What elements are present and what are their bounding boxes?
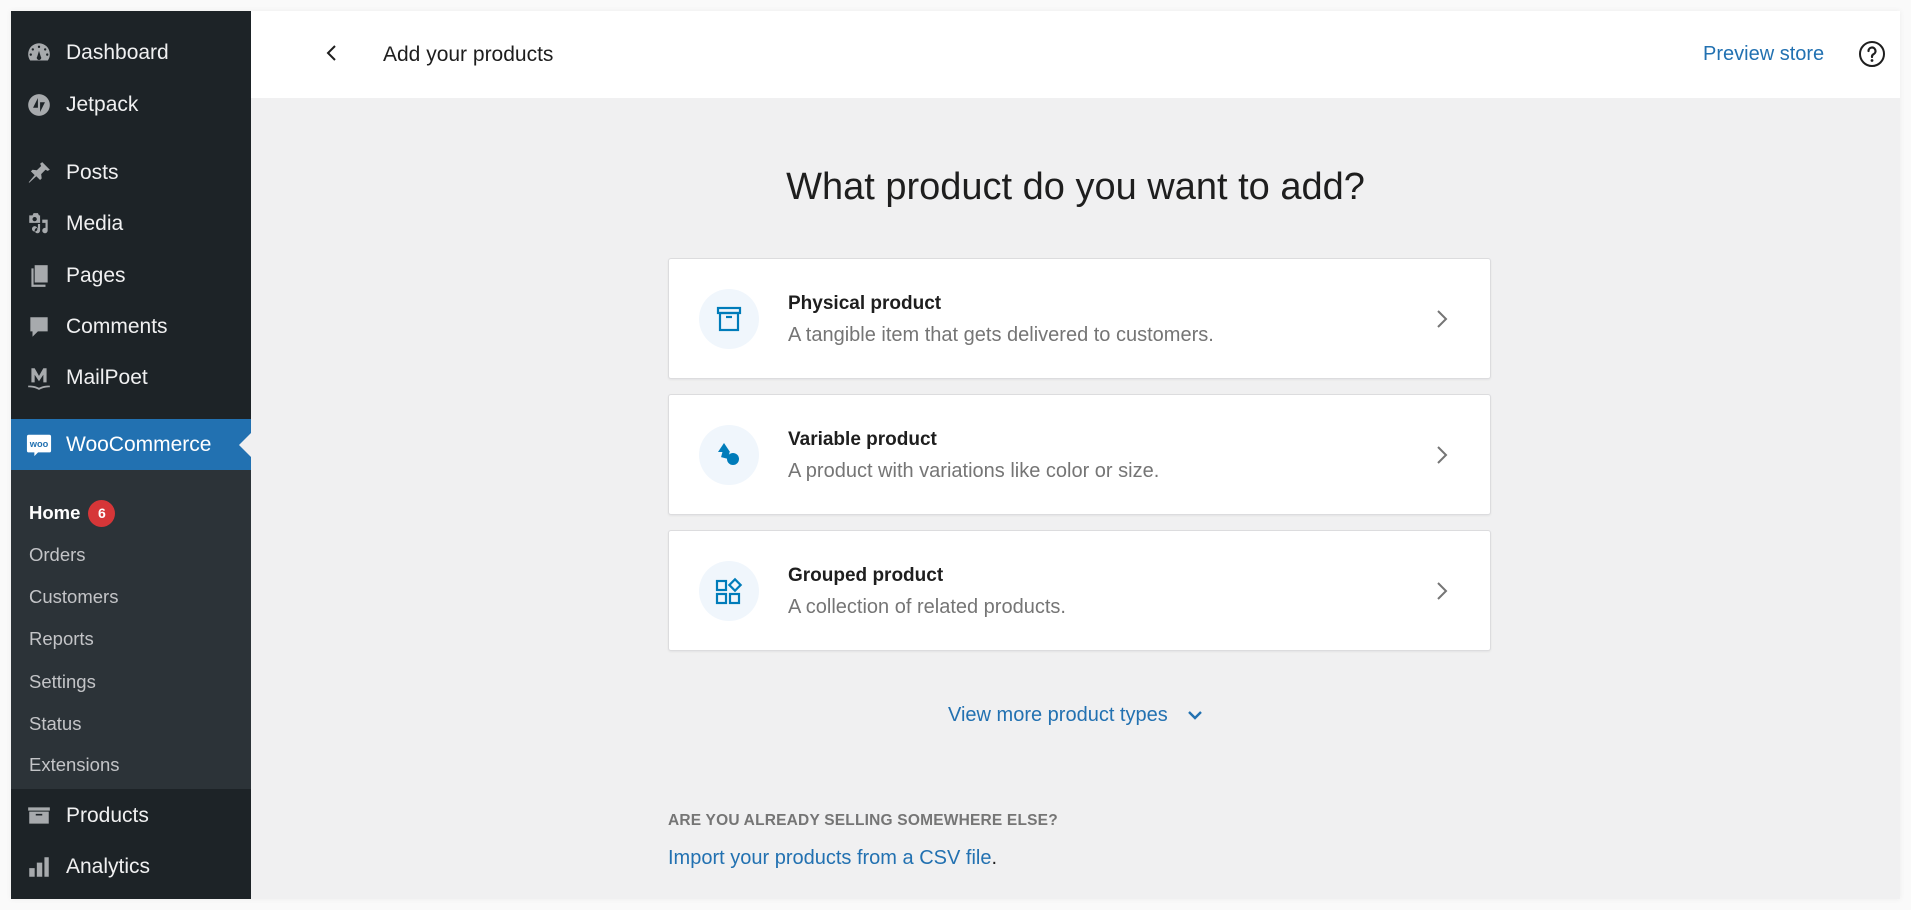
submenu-item-label: Reports [29, 628, 94, 649]
submenu-item-label: Extensions [29, 754, 120, 775]
notification-badge: 6 [88, 499, 116, 527]
sidebar-item-pages[interactable]: Pages [11, 253, 251, 299]
woocommerce-submenu: Home 6 Orders Customers Reports Settings… [11, 470, 251, 789]
admin-sidebar: Dashboard Jetpack Posts Media Pages Comm… [11, 11, 251, 899]
submenu-item-reports[interactable]: Reports [29, 624, 94, 654]
card-icon-wrap [699, 425, 759, 485]
sidebar-item-media[interactable]: Media [11, 201, 251, 247]
dashboard-icon [25, 39, 53, 67]
pin-icon [25, 159, 53, 187]
sidebar-item-label: Posts [66, 161, 119, 184]
app-frame: Dashboard Jetpack Posts Media Pages Comm… [11, 11, 1900, 899]
back-button[interactable] [317, 38, 347, 68]
sidebar-item-label: Pages [66, 264, 126, 287]
submenu-item-extensions[interactable]: Extensions [29, 750, 120, 780]
submenu-item-status[interactable]: Status [29, 709, 81, 739]
sidebar-item-mailpoet[interactable]: MailPoet [11, 355, 251, 401]
archive-icon [25, 802, 53, 830]
chevron-down-icon [1186, 709, 1204, 721]
submenu-item-settings[interactable]: Settings [29, 667, 96, 697]
group-blocks-icon [715, 577, 743, 605]
submenu-item-label: Status [29, 713, 82, 734]
view-more-product-types-button[interactable]: View more product types [948, 701, 1204, 729]
submenu-item-label: Orders [29, 544, 86, 565]
chevron-right-icon [1430, 305, 1454, 333]
submenu-item-label: Customers [29, 586, 119, 607]
help-button[interactable] [1857, 39, 1887, 69]
submenu-item-home[interactable]: Home 6 [29, 498, 116, 528]
import-line: Import your products from a CSV file. [668, 847, 997, 870]
product-type-card-grouped[interactable]: Grouped product A collection of related … [668, 530, 1491, 651]
pages-icon [25, 262, 53, 290]
box-icon [716, 306, 742, 332]
card-title: Grouped product [788, 565, 944, 586]
view-more-label: View more product types [948, 703, 1168, 726]
sidebar-item-posts[interactable]: Posts [11, 150, 251, 196]
product-type-card-physical[interactable]: Physical product A tangible item that ge… [668, 258, 1491, 379]
sidebar-item-label: Analytics [66, 855, 151, 878]
submenu-item-label: Settings [29, 671, 96, 692]
card-description: A collection of related products. [788, 596, 1066, 618]
sidebar-item-comments[interactable]: Comments [11, 304, 251, 350]
selling-elsewhere-label: ARE YOU ALREADY SELLING SOMEWHERE ELSE? [668, 812, 1058, 829]
active-menu-arrow [239, 432, 251, 457]
help-icon [1859, 41, 1885, 67]
comment-icon [25, 313, 53, 341]
main-heading: What product do you want to add? [786, 166, 1365, 208]
sidebar-item-label: Media [66, 212, 124, 235]
preview-store-link[interactable]: Preview store [1703, 11, 1824, 98]
sidebar-item-label: Products [66, 804, 149, 827]
sidebar-item-woocommerce[interactable]: woo WooCommerce [11, 419, 251, 470]
chevron-left-icon [326, 45, 336, 61]
card-description: A tangible item that gets delivered to c… [788, 324, 1214, 346]
page-title: Add your products [383, 42, 554, 66]
sidebar-item-dashboard[interactable]: Dashboard [11, 30, 251, 76]
import-suffix: . [991, 847, 998, 869]
chevron-right-icon [1430, 577, 1454, 605]
chevron-right-icon [1430, 441, 1454, 469]
mailpoet-icon [25, 364, 53, 392]
submenu-item-orders[interactable]: Orders [29, 540, 86, 570]
sidebar-item-label: Jetpack [66, 93, 139, 116]
svg-text:woo: woo [29, 438, 49, 448]
sidebar-item-label: Comments [66, 315, 168, 338]
sidebar-item-label: WooCommerce [66, 432, 212, 456]
sidebar-item-analytics[interactable]: Analytics [11, 844, 251, 890]
card-description: A product with variations like color or … [788, 460, 1160, 482]
submenu-item-label: Home [29, 502, 81, 523]
submenu-item-customers[interactable]: Customers [29, 582, 118, 612]
card-icon-wrap [699, 289, 759, 349]
woo-icon: woo [25, 431, 53, 459]
card-title: Variable product [788, 429, 937, 450]
media-icon [25, 210, 53, 238]
page-header: Add your products Preview store [251, 11, 1900, 98]
card-icon-wrap [699, 561, 759, 621]
sidebar-item-products[interactable]: Products [11, 793, 251, 839]
sidebar-item-label: Dashboard [66, 41, 169, 64]
shapes-icon [718, 443, 739, 465]
card-title: Physical product [788, 293, 942, 314]
sidebar-item-jetpack[interactable]: Jetpack [11, 82, 251, 128]
jetpack-icon [25, 91, 53, 119]
product-type-card-variable[interactable]: Variable product A product with variatio… [668, 394, 1491, 515]
sidebar-item-label: MailPoet [66, 366, 148, 389]
import-csv-link[interactable]: Import your products from a CSV file [668, 847, 991, 869]
bar-chart-icon [25, 853, 53, 881]
